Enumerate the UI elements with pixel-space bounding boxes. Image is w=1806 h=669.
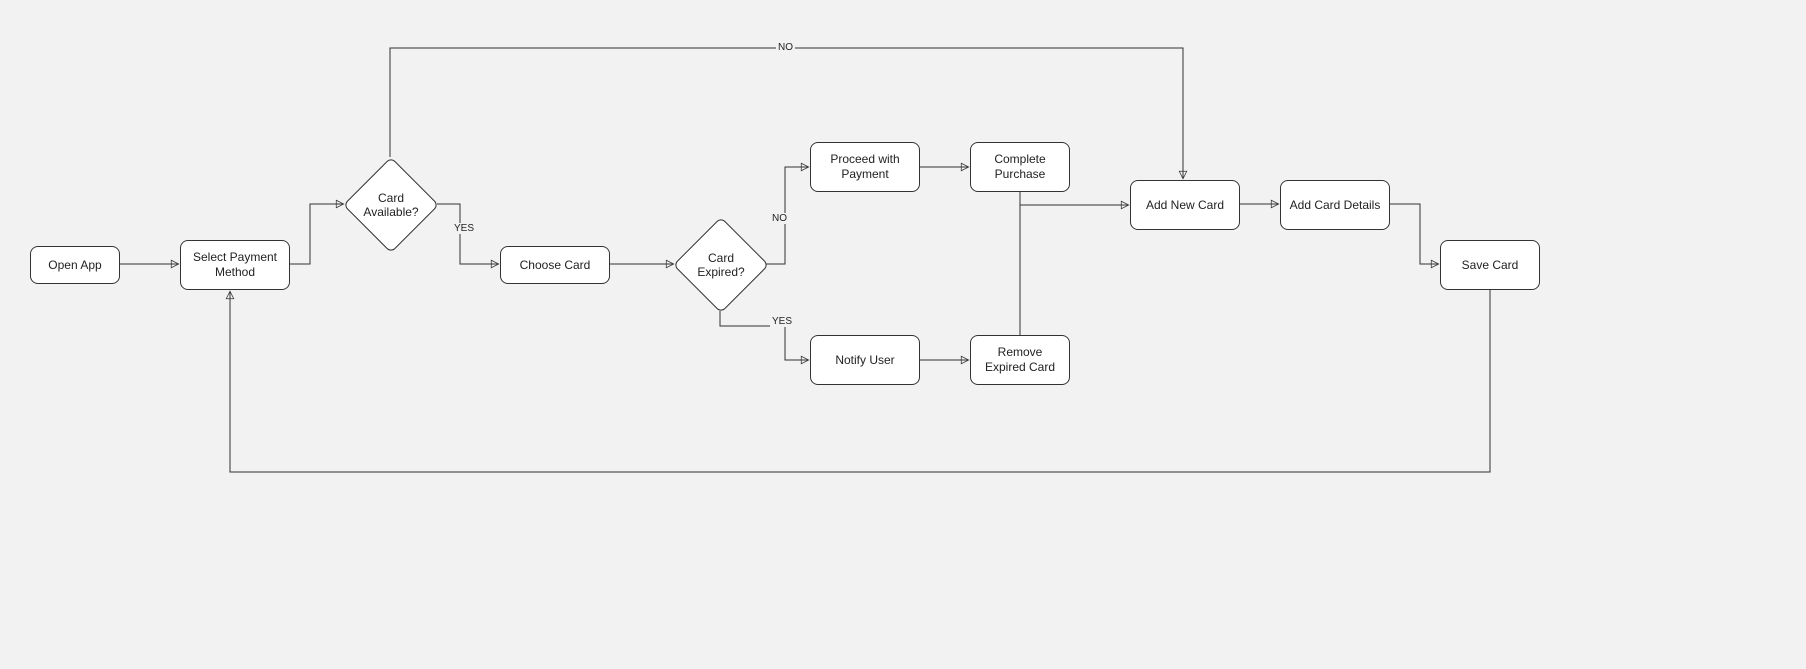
node-select-payment: Select Payment Method [180,240,290,290]
node-label: Notify User [835,353,894,368]
node-label: Card Available? [358,172,424,238]
node-label: Add New Card [1146,198,1224,213]
node-complete-purchase: Complete Purchase [970,142,1070,192]
edge-label-no1: NO [776,42,795,53]
node-label: Select Payment Method [187,250,283,280]
node-label: Complete Purchase [977,152,1063,182]
node-notify-user: Notify User [810,335,920,385]
node-card-expired: Card Expired? [673,217,769,313]
node-save-card: Save Card [1440,240,1540,290]
edge-label-yes2: YES [770,316,794,327]
edge-label-no2: NO [770,213,789,224]
node-card-available: Card Available? [343,157,439,253]
node-proceed-payment: Proceed with Payment [810,142,920,192]
node-label: Proceed with Payment [817,152,913,182]
node-label: Choose Card [520,258,591,273]
node-label: Save Card [1462,258,1519,273]
node-remove-expired: Remove Expired Card [970,335,1070,385]
node-label: Remove Expired Card [977,345,1063,375]
node-add-card-details: Add Card Details [1280,180,1390,230]
node-label: Open App [48,258,101,273]
edge-label-yes1: YES [452,223,476,234]
node-open-app: Open App [30,246,120,284]
node-label: Add Card Details [1290,198,1381,213]
node-add-new-card: Add New Card [1130,180,1240,230]
node-label: Card Expired? [688,232,754,298]
node-choose-card: Choose Card [500,246,610,284]
